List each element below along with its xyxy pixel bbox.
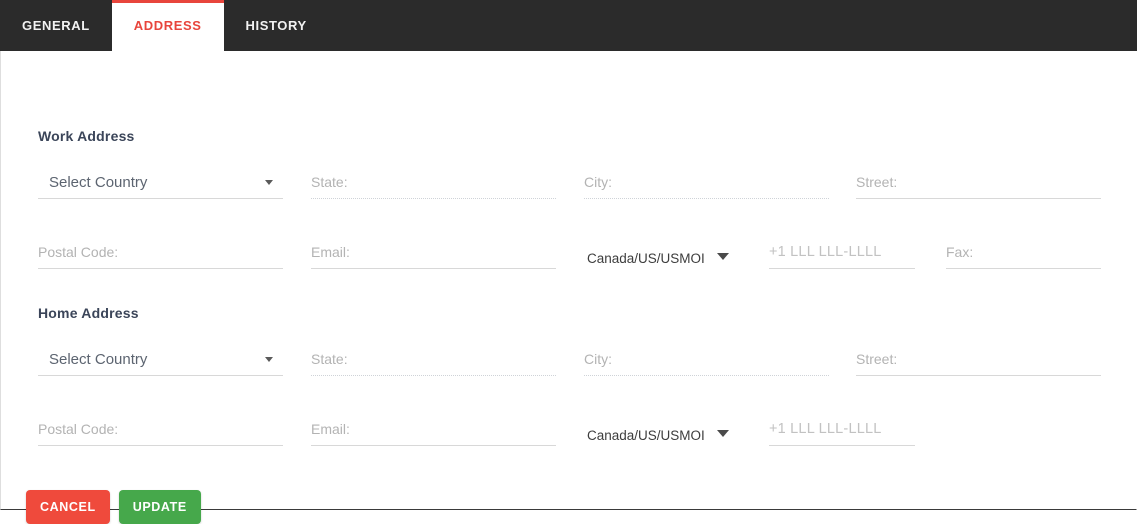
- address-form-page: GENERAL ADDRESS HISTORY Work Address Sel…: [0, 0, 1137, 524]
- cancel-button[interactable]: CANCEL: [26, 490, 110, 524]
- work-phone-placeholder: +1 LLL LLL-LLLL: [769, 244, 882, 260]
- tab-address-label: ADDRESS: [133, 18, 202, 33]
- home-address-title: Home Address: [38, 305, 139, 321]
- home-postal-code-placeholder: Postal Code:: [38, 421, 119, 437]
- home-state-input[interactable]: State:: [311, 340, 556, 376]
- chevron-down-icon: [717, 430, 729, 437]
- home-postal-code-input[interactable]: Postal Code:: [38, 410, 283, 446]
- home-phone-country-value: Canada/US/USMOI: [587, 428, 705, 443]
- tab-bar: GENERAL ADDRESS HISTORY: [0, 0, 1137, 51]
- home-street-placeholder: Street:: [856, 351, 898, 367]
- work-phone-country-select[interactable]: Canada/US/USMOI: [587, 239, 729, 269]
- work-country-select-value: Select Country: [49, 174, 148, 191]
- home-state-placeholder: State:: [311, 351, 348, 367]
- work-email-placeholder: Email:: [311, 244, 350, 260]
- work-phone-input[interactable]: +1 LLL LLL-LLLL: [769, 233, 915, 269]
- work-state-placeholder: State:: [311, 174, 348, 190]
- home-city-placeholder: City:: [584, 351, 612, 367]
- home-country-select[interactable]: Select Country: [38, 340, 283, 376]
- home-phone-input[interactable]: +1 LLL LLL-LLLL: [769, 410, 915, 446]
- tab-address[interactable]: ADDRESS: [111, 0, 224, 51]
- work-phone-country-value: Canada/US/USMOI: [587, 251, 705, 266]
- tab-general-label: GENERAL: [22, 18, 90, 33]
- home-phone-placeholder: +1 LLL LLL-LLLL: [769, 421, 882, 437]
- tab-history[interactable]: HISTORY: [224, 0, 329, 51]
- chevron-down-icon: [265, 357, 273, 362]
- chevron-down-icon: [265, 180, 273, 185]
- work-city-placeholder: City:: [584, 174, 612, 190]
- work-fax-input[interactable]: Fax:: [946, 233, 1101, 269]
- work-country-select[interactable]: Select Country: [38, 163, 283, 199]
- home-city-input[interactable]: City:: [584, 340, 829, 376]
- chevron-down-icon: [717, 253, 729, 260]
- address-panel: Work Address Select Country State: City:…: [0, 51, 1137, 524]
- home-email-input[interactable]: Email:: [311, 410, 556, 446]
- home-street-input[interactable]: Street:: [856, 340, 1101, 376]
- tab-general[interactable]: GENERAL: [0, 0, 112, 51]
- work-state-input[interactable]: State:: [311, 163, 556, 199]
- tab-history-label: HISTORY: [245, 18, 307, 33]
- work-address-title: Work Address: [38, 128, 135, 144]
- work-postal-code-input[interactable]: Postal Code:: [38, 233, 283, 269]
- work-street-input[interactable]: Street:: [856, 163, 1101, 199]
- work-email-input[interactable]: Email:: [311, 233, 556, 269]
- work-fax-placeholder: Fax:: [946, 244, 974, 260]
- update-button[interactable]: UPDATE: [118, 490, 201, 524]
- home-email-placeholder: Email:: [311, 421, 350, 437]
- work-street-placeholder: Street:: [856, 174, 898, 190]
- form-actions: CANCEL UPDATE: [26, 490, 201, 524]
- home-phone-country-select[interactable]: Canada/US/USMOI: [587, 416, 729, 446]
- home-country-select-value: Select Country: [49, 351, 148, 368]
- work-postal-code-placeholder: Postal Code:: [38, 244, 119, 260]
- work-city-input[interactable]: City:: [584, 163, 829, 199]
